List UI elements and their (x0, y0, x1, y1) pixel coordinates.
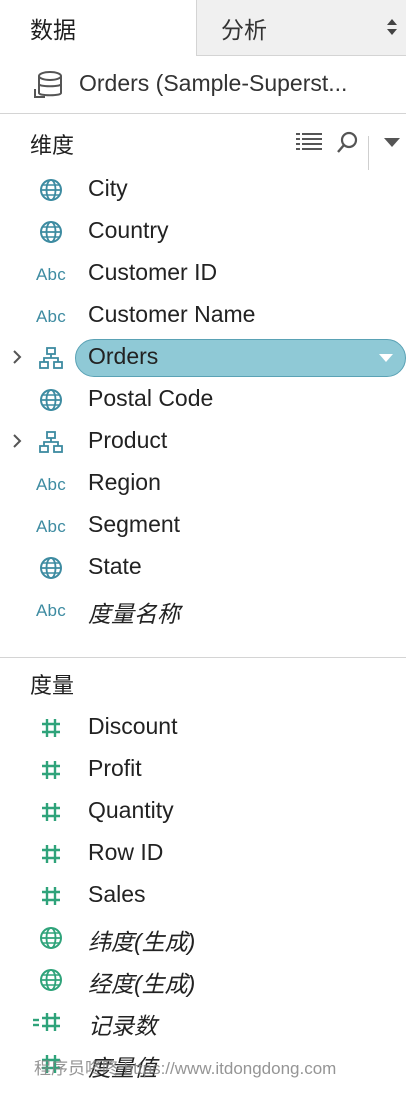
measures-header: 度量 (0, 664, 406, 704)
dimension-field-customer-name[interactable]: Abc Customer Name (0, 295, 406, 337)
dimension-field-city[interactable]: City (0, 169, 406, 211)
expand-chevron-icon[interactable] (11, 349, 23, 365)
side-pane-tabs: 数据 分析 (0, 0, 406, 56)
list-view-icon[interactable] (296, 133, 322, 151)
tab-analysis[interactable]: 分析 (197, 0, 406, 56)
abc-icon: Abc (36, 265, 66, 284)
field-label: Sales (88, 881, 146, 907)
field-label: Postal Code (88, 385, 214, 411)
dimensions-header: 维度 (0, 124, 406, 170)
abc-icon: Abc (36, 517, 66, 536)
measure-field-sales[interactable]: Sales (0, 875, 406, 917)
search-icon[interactable] (336, 131, 358, 155)
dimension-field-product[interactable]: Product (0, 421, 406, 463)
measures-title: 度量 (30, 673, 75, 698)
measure-field-quantity[interactable]: Quantity (0, 791, 406, 833)
measure-field-discount[interactable]: Discount (0, 707, 406, 749)
field-label: Discount (88, 713, 178, 739)
datasource-name: Orders (Sample-Superst... (79, 70, 348, 96)
field-label: 度量名称 (88, 601, 180, 627)
dimension-field-customer-id[interactable]: Abc Customer ID (0, 253, 406, 295)
field-label: 纬度(生成) (88, 929, 196, 955)
field-label: State (88, 553, 142, 579)
measure-field-row-id[interactable]: Row ID (0, 833, 406, 875)
hash-icon (38, 800, 64, 824)
dimension-field-region[interactable]: Abc Region (0, 463, 406, 505)
hash-icon (38, 716, 64, 740)
up-down-arrows-icon (387, 19, 397, 35)
globe-icon (38, 178, 64, 202)
tab-data-label: 数据 (30, 17, 76, 43)
header-divider (368, 136, 369, 170)
globe-icon (38, 926, 64, 950)
field-label: Region (88, 469, 161, 495)
dimensions-title: 维度 (30, 133, 75, 158)
field-label: Customer Name (88, 301, 256, 327)
measure-field-profit[interactable]: Profit (0, 749, 406, 791)
field-label: Product (88, 427, 168, 453)
dimension-field-orders[interactable]: Orders (0, 337, 406, 379)
hash-icon (38, 842, 64, 866)
field-label: Row ID (88, 839, 164, 865)
dimension-field-field[interactable]: Abc 度量名称 (0, 589, 406, 631)
hash-icon (38, 758, 64, 782)
hierarchy-icon (38, 346, 64, 370)
abc-icon: Abc (36, 601, 66, 620)
dimension-field-segment[interactable]: Abc Segment (0, 505, 406, 547)
hash-icon (38, 884, 64, 908)
dropdown-caret-icon[interactable] (384, 138, 400, 148)
globe-icon (38, 388, 64, 412)
measure-field-field[interactable]: 经度(生成) (0, 959, 406, 1001)
measure-field-field[interactable]: 记录数 (0, 1001, 406, 1043)
datasource-row[interactable]: Orders (Sample-Superst... (0, 56, 406, 114)
hierarchy-icon (38, 430, 64, 454)
tab-data[interactable]: 数据 (0, 0, 197, 56)
field-label: Country (88, 217, 169, 243)
field-label: Segment (88, 511, 181, 537)
calc-hash-icon (32, 1010, 64, 1034)
watermark: 程序员咚咚 https://www.itdongdong.com (34, 1059, 337, 1078)
tab-analysis-label: 分析 (221, 16, 267, 43)
globe-icon (38, 556, 64, 580)
dimension-field-country[interactable]: Country (0, 211, 406, 253)
abc-icon: Abc (36, 307, 66, 326)
globe-icon (38, 220, 64, 244)
database-icon (34, 71, 62, 98)
field-label: Orders (88, 343, 159, 369)
field-label: Customer ID (88, 259, 218, 285)
field-label: 记录数 (88, 1013, 157, 1039)
field-label: City (88, 175, 128, 201)
section-divider (0, 657, 406, 658)
dimension-field-postal-code[interactable]: Postal Code (0, 379, 406, 421)
field-label: Quantity (88, 797, 174, 823)
globe-icon (38, 968, 64, 992)
field-label: Profit (88, 755, 142, 781)
measure-field-field[interactable]: 纬度(生成) (0, 917, 406, 959)
field-label: 经度(生成) (88, 971, 196, 997)
dimension-field-state[interactable]: State (0, 547, 406, 589)
abc-icon: Abc (36, 475, 66, 494)
expand-chevron-icon[interactable] (11, 433, 23, 449)
